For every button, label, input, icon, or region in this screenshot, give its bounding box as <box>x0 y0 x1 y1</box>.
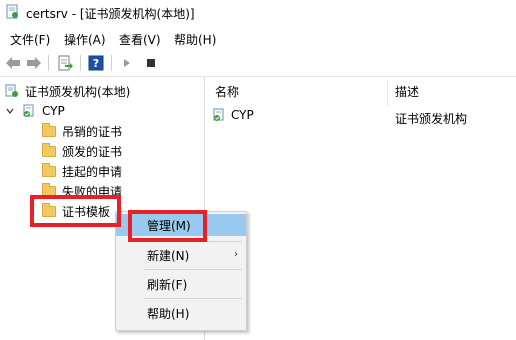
tree-ca-node[interactable]: CYP <box>6 101 65 121</box>
certsrv-app-icon <box>6 4 18 19</box>
toolbar-separator <box>80 55 81 71</box>
submenu-arrow-icon: › <box>234 249 238 260</box>
back-icon[interactable] <box>4 54 22 72</box>
toolbar-separator <box>111 55 112 71</box>
tree-item-issued[interactable]: 颁发的证书 <box>42 141 122 161</box>
window-title: certsrv - [证书颁发机构(本地)] <box>26 7 195 21</box>
context-item-new[interactable]: 新建(N) › <box>116 244 246 266</box>
list-item-name: CYP <box>231 108 254 122</box>
menu-file[interactable]: 文件(F) <box>8 31 52 48</box>
context-item-refresh[interactable]: 刷新(F) <box>116 273 246 295</box>
tree-item-revoked[interactable]: 吊销的证书 <box>42 121 122 141</box>
list-item[interactable]: CYP <box>212 108 254 122</box>
tree-item-label: 挂起的申请 <box>62 164 123 179</box>
column-divider[interactable] <box>387 80 388 106</box>
folder-icon <box>42 142 56 157</box>
title-bar: certsrv - [证书颁发机构(本地)] <box>0 0 516 28</box>
list-item-description: 证书颁发机构 <box>395 112 468 126</box>
list-pane: 名称 描述 CYP 证书颁发机构 <box>205 77 516 340</box>
svg-text:?: ? <box>93 57 99 70</box>
context-item-label: 帮助(H) <box>147 306 190 321</box>
context-item-help[interactable]: 帮助(H) <box>116 302 246 324</box>
menu-action[interactable]: 操作(A) <box>62 31 108 48</box>
tree-root[interactable]: 证书颁发机构(本地) <box>5 81 130 101</box>
menu-separator <box>144 269 242 270</box>
certificate-authority-icon <box>5 84 19 98</box>
annotation-highlight-manage <box>128 210 207 242</box>
folder-icon <box>42 162 56 177</box>
tree-item-pending[interactable]: 挂起的申请 <box>42 161 122 181</box>
ca-server-icon <box>22 104 36 118</box>
column-header-description[interactable]: 描述 <box>395 83 419 100</box>
menu-help[interactable]: 帮助(H) <box>172 31 218 48</box>
column-header-name[interactable]: 名称 <box>215 83 239 100</box>
play-icon[interactable] <box>118 54 136 72</box>
menu-separator <box>144 298 242 299</box>
toolbar: ? <box>0 50 516 77</box>
tree-item-label: 吊销的证书 <box>62 124 123 139</box>
forward-icon[interactable] <box>25 54 43 72</box>
menu-view[interactable]: 查看(V) <box>117 31 163 48</box>
ca-server-icon <box>212 108 226 122</box>
tree-ca-label: CYP <box>42 104 65 118</box>
annotation-highlight-templates <box>30 195 121 227</box>
chevron-down-icon[interactable] <box>6 107 14 115</box>
context-item-label: 新建(N) <box>147 248 190 263</box>
context-item-label: 刷新(F) <box>147 277 188 292</box>
tree-root-label: 证书颁发机构(本地) <box>25 84 131 99</box>
toolbar-separator <box>48 55 49 71</box>
menu-bar: 文件(F) 操作(A) 查看(V) 帮助(H) <box>0 28 516 50</box>
tree-item-label: 颁发的证书 <box>62 144 123 159</box>
folder-icon <box>42 122 56 137</box>
export-list-icon[interactable] <box>56 54 74 72</box>
help-icon[interactable]: ? <box>87 54 105 72</box>
stop-icon[interactable] <box>142 54 160 72</box>
